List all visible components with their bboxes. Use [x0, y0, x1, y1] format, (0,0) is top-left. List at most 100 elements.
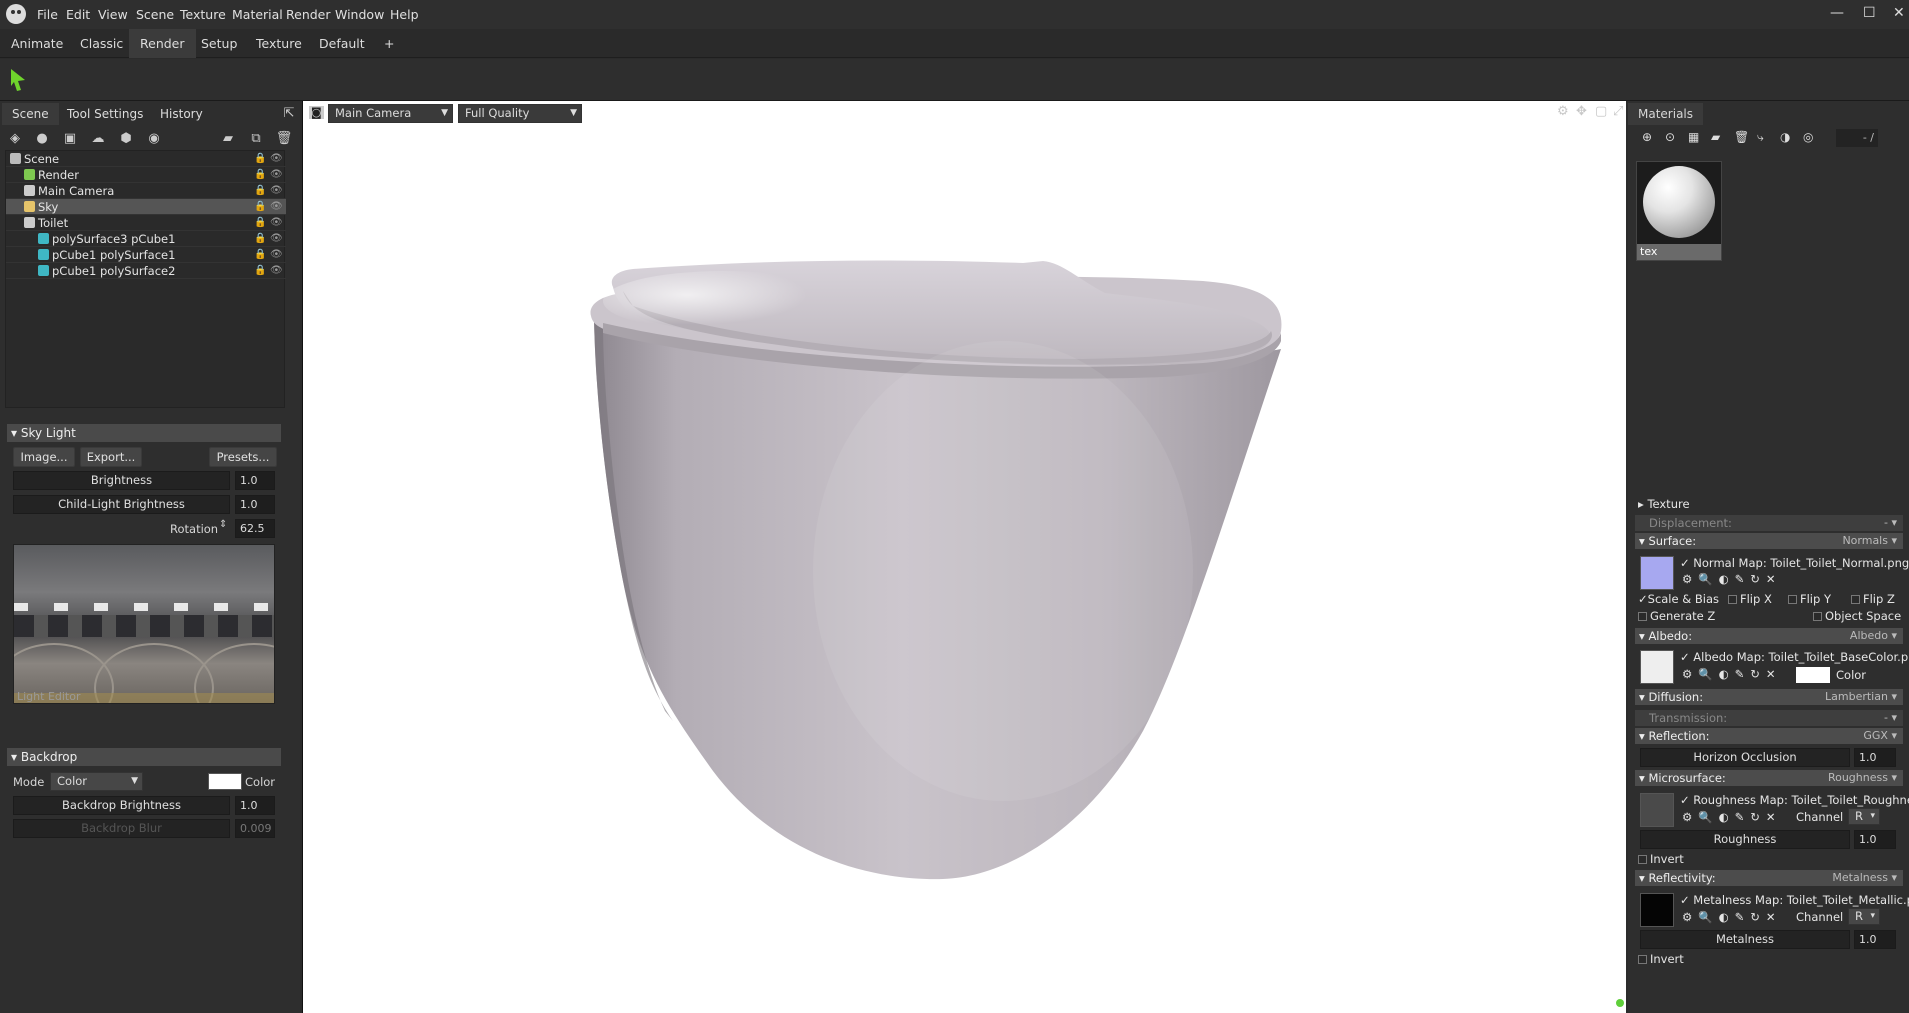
eye-icon[interactable]: 👁: [270, 151, 283, 167]
maximize-button[interactable]: ☐: [1863, 5, 1876, 21]
tab-default[interactable]: Default: [308, 29, 376, 58]
duplicate-material-icon[interactable]: ⊙: [1665, 130, 1675, 144]
roughness-slider[interactable]: Roughness: [1640, 830, 1850, 849]
brightness-value[interactable]: 1.0: [235, 471, 275, 490]
folder-icon[interactable]: ▰: [219, 130, 237, 148]
metalness-map-tools[interactable]: ⚙🔍◐✎↻✕: [1682, 910, 1782, 924]
add-tab-button[interactable]: +: [373, 29, 405, 58]
albedo-section[interactable]: ▾ Albedo: Albedo ▾: [1635, 628, 1903, 644]
albedo-color-swatch[interactable]: [1796, 667, 1830, 683]
normal-map-tools[interactable]: ⚙🔍◐✎↻✕: [1682, 572, 1782, 586]
albedo-map-thumb[interactable]: [1640, 650, 1674, 684]
horizon-occlusion-slider[interactable]: Horizon Occlusion: [1640, 748, 1850, 767]
menu-render[interactable]: Render: [286, 7, 331, 22]
close-button[interactable]: ✕: [1893, 5, 1905, 21]
roughness-invert-checkbox[interactable]: Invert: [1638, 852, 1684, 866]
reflection-section[interactable]: ▾ Reflection: GGX ▾: [1635, 728, 1903, 744]
mode-dropdown[interactable]: Color ▼: [50, 772, 143, 791]
flip-x-checkbox[interactable]: Flip X: [1728, 592, 1772, 606]
lock-icon[interactable]: 🔒: [254, 183, 266, 199]
duplicate-icon[interactable]: ⧉: [247, 130, 265, 148]
menu-view[interactable]: View: [98, 7, 128, 22]
microsurface-section[interactable]: ▾ Microsurface: Roughness ▾: [1635, 770, 1903, 786]
tree-item-scene[interactable]: Scene 🔒 👁: [6, 151, 286, 167]
lock-icon[interactable]: 🔒: [254, 167, 266, 183]
menu-window[interactable]: Window: [335, 7, 384, 22]
eye-icon[interactable]: 👁: [270, 215, 283, 231]
child-light-slider[interactable]: Child-Light Brightness: [13, 495, 230, 514]
normal-map-file[interactable]: Toilet_Toilet_Normal.png: [1770, 556, 1909, 570]
tree-item-render[interactable]: Render 🔒 👁: [6, 167, 286, 183]
app-logo-icon[interactable]: [6, 4, 26, 24]
metalness-channel-dropdown[interactable]: R ▾: [1848, 908, 1880, 925]
menu-help[interactable]: Help: [390, 7, 419, 22]
brightness-slider[interactable]: Brightness: [13, 471, 230, 490]
tab-tool-settings[interactable]: Tool Settings: [57, 103, 153, 125]
backdrop-blur-slider[interactable]: Backdrop Blur: [13, 819, 230, 838]
rotation-value[interactable]: 62.5: [235, 519, 275, 538]
roughness-channel-dropdown[interactable]: R ▾: [1848, 808, 1880, 825]
eye-icon[interactable]: 👁: [270, 263, 283, 279]
tab-texture[interactable]: Texture: [245, 29, 313, 58]
metalness-map-thumb[interactable]: [1640, 893, 1674, 927]
metalness-map-file[interactable]: Toilet_Toilet_Metallic.pi: [1787, 893, 1909, 907]
roughness-map-file[interactable]: Toilet_Toilet_Roughne:: [1792, 793, 1909, 807]
add-camera-icon[interactable]: ▣: [61, 130, 79, 148]
scale-bias-checkbox[interactable]: ✓Scale & Bias: [1638, 592, 1719, 606]
reflectivity-section[interactable]: ▾ Reflectivity: Metalness ▾: [1635, 870, 1903, 886]
backdrop-header[interactable]: ▾ Backdrop: [7, 748, 281, 766]
tab-render[interactable]: Render: [129, 29, 196, 58]
tab-history[interactable]: History: [150, 103, 213, 125]
albedo-map-tools[interactable]: ⚙🔍◐✎↻✕: [1682, 667, 1782, 681]
minimize-button[interactable]: —: [1830, 5, 1844, 21]
image-button[interactable]: Image...: [13, 447, 75, 467]
add-sky-icon[interactable]: ☁: [89, 130, 107, 148]
displacement-section[interactable]: Displacement: - ▾: [1635, 515, 1903, 531]
texture-section[interactable]: ▸ Texture: [1638, 497, 1690, 511]
lock-icon[interactable]: 🔒: [254, 231, 266, 247]
add-shape-icon[interactable]: ⬢: [117, 130, 135, 148]
menu-edit[interactable]: Edit: [66, 7, 90, 22]
lock-icon[interactable]: 🔒: [254, 247, 266, 263]
backdrop-brightness-slider[interactable]: Backdrop Brightness: [13, 796, 230, 815]
menu-scene[interactable]: Scene: [136, 7, 174, 22]
sky-light-header[interactable]: ▾ Sky Light: [7, 424, 281, 442]
eye-icon[interactable]: 👁: [270, 247, 283, 263]
menu-file[interactable]: File: [37, 7, 58, 22]
tree-item-main-camera[interactable]: Main Camera 🔒 👁: [6, 183, 286, 199]
menu-material[interactable]: Material: [232, 7, 283, 22]
tree-item-polysurface3-pcube1[interactable]: polySurface3 pCube1 🔒 👁: [6, 231, 286, 247]
tab-classic[interactable]: Classic: [69, 29, 134, 58]
roughness-value[interactable]: 1.0: [1854, 830, 1896, 849]
popout-icon[interactable]: ⇱: [280, 105, 298, 123]
add-light-icon[interactable]: ●: [33, 130, 51, 148]
backdrop-color-swatch[interactable]: [208, 773, 242, 790]
export-button[interactable]: Export...: [80, 447, 142, 467]
select-arrow-icon[interactable]: [9, 68, 27, 92]
normal-map-thumb[interactable]: [1640, 556, 1674, 590]
tree-item-pcube1-polysurface2[interactable]: pCube1 polySurface2 🔒 👁: [6, 263, 286, 279]
lock-icon[interactable]: 🔒: [254, 151, 266, 167]
apply-material-icon[interactable]: ◑: [1780, 130, 1790, 144]
generate-z-checkbox[interactable]: Generate Z: [1638, 609, 1715, 623]
checker-icon[interactable]: ▦: [1688, 130, 1699, 144]
eye-icon[interactable]: 👁: [270, 183, 283, 199]
rotation-spin-icon[interactable]: ⇕: [219, 519, 227, 530]
lock-icon[interactable]: 🔒: [254, 199, 266, 215]
trash-icon[interactable]: 🗑: [1734, 130, 1749, 144]
toilet-model[interactable]: [303, 101, 1627, 1013]
eye-icon[interactable]: 👁: [270, 167, 283, 183]
flip-y-checkbox[interactable]: Flip Y: [1788, 592, 1831, 606]
menu-texture[interactable]: Texture: [180, 7, 226, 22]
diffusion-section[interactable]: ▾ Diffusion: Lambertian ▾: [1635, 689, 1903, 705]
backdrop-blur-value[interactable]: 0.009: [235, 819, 275, 838]
flip-z-checkbox[interactable]: Flip Z: [1851, 592, 1895, 606]
presets-button[interactable]: Presets...: [209, 447, 277, 467]
tree-item-toilet[interactable]: Toilet 🔒 👁: [6, 215, 286, 231]
roughness-map-tools[interactable]: ⚙🔍◐✎↻✕: [1682, 810, 1782, 824]
child-light-value[interactable]: 1.0: [235, 495, 275, 514]
tree-item-sky[interactable]: Sky 🔒 👁: [6, 199, 286, 215]
sky-preview-image[interactable]: Light Editor: [13, 544, 275, 704]
backdrop-brightness-value[interactable]: 1.0: [235, 796, 275, 815]
surface-section[interactable]: ▾ Surface: Normals ▾: [1635, 533, 1903, 549]
